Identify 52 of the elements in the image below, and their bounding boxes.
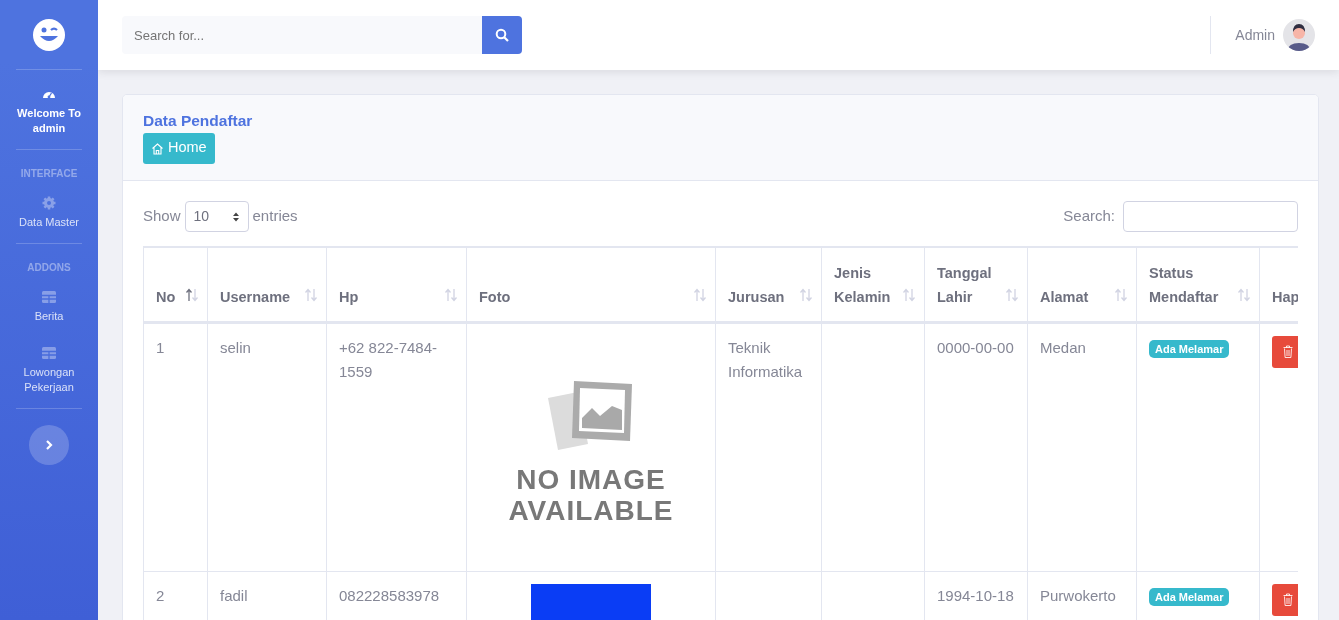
column-header[interactable]: Tanggal Lahir: [924, 247, 1028, 322]
sidebar-heading: ADDONS: [26, 261, 72, 275]
table-cell: Purwokerto: [1040, 586, 1116, 604]
trash-icon: [1283, 345, 1293, 358]
sidebar-heading: INTERFACE: [19, 167, 79, 181]
sidebar-item[interactable]: Data Master: [0, 187, 98, 243]
column-header[interactable]: Jenis Kelamin: [821, 247, 925, 322]
table-search-field[interactable]: [1123, 201, 1298, 232]
user-avatar[interactable]: [1283, 19, 1315, 51]
page-title: Data Pendaftar: [143, 111, 254, 131]
chevron-right-icon: [45, 439, 53, 451]
winking-face-logo: [32, 18, 66, 52]
column-header[interactable]: Jurusan: [715, 247, 822, 322]
search-icon: [495, 28, 509, 42]
no-image-text: NO IMAGE AVAILABLE: [508, 463, 674, 526]
trash-icon: [1283, 593, 1293, 606]
status-badge: Ada Melamar: [1149, 587, 1230, 606]
table-cell: Teknik Informatika: [728, 338, 803, 380]
column-header[interactable]: Hp: [326, 247, 467, 322]
table-cell: +62 822-7484-1559: [339, 338, 437, 380]
user-name[interactable]: Admin: [1235, 24, 1275, 46]
home-icon: [151, 141, 164, 155]
entries-label: entries: [252, 206, 298, 227]
select-arrows-icon: [231, 210, 240, 223]
table-icon: [41, 345, 57, 361]
search-field[interactable]: Search for...: [122, 16, 482, 54]
sidebar-item[interactable]: Berita: [0, 281, 98, 337]
table-cell: 0000-00-00: [937, 338, 1014, 356]
search-button[interactable]: [482, 16, 522, 54]
show-label: Show: [143, 206, 181, 227]
column-header[interactable]: Username: [207, 247, 327, 322]
sidebar-toggle-button[interactable]: [29, 425, 69, 465]
table-cell: Medan: [1040, 338, 1086, 356]
table-icon: [41, 289, 57, 305]
column-header[interactable]: Foto: [466, 247, 716, 322]
gear-icon: [41, 195, 57, 211]
table-cell: 082228583978: [339, 586, 440, 604]
status-badge: Ada Melamar: [1149, 339, 1230, 358]
sidebar-item[interactable]: Lowongan Pekerjaan: [0, 337, 98, 408]
entries-select[interactable]: 10: [184, 201, 249, 232]
column-header[interactable]: No: [143, 247, 208, 322]
table-cell: 2: [156, 586, 165, 604]
table-cell: fadil: [220, 586, 248, 604]
sidebar-item[interactable]: Welcome To admin: [0, 70, 98, 149]
table-cell: 1: [156, 338, 165, 356]
delete-button[interactable]: [1272, 583, 1298, 616]
table-cell: selin: [220, 338, 251, 356]
column-header[interactable]: Alamat: [1027, 247, 1137, 322]
search-label: Search:: [1063, 206, 1115, 227]
column-header[interactable]: Status Mendaftar: [1136, 247, 1260, 322]
delete-button[interactable]: [1272, 335, 1298, 368]
table-cell: 1994-10-18: [937, 586, 1014, 604]
